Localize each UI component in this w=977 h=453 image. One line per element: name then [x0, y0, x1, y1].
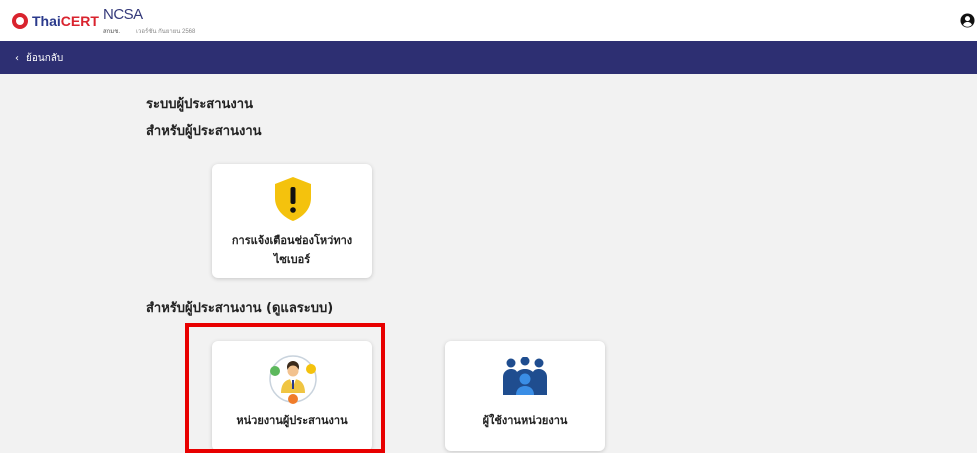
ncsa-logo-tagline: สกมช.: [103, 29, 120, 35]
ncsa-logo[interactable]: NCSA สกมช. เวอร์ชัน กันยายน 2568: [103, 6, 213, 36]
thaicert-logo-text: ThaiCERT: [32, 13, 99, 29]
user-circle-icon[interactable]: [960, 13, 975, 28]
card-label: ผู้ใช้งานหน่วยงาน: [482, 414, 568, 427]
chevron-left-icon: ‹: [15, 52, 19, 64]
page-title: ระบบผู้ประสานงาน: [146, 97, 253, 112]
users-group-icon: [503, 357, 547, 395]
card-label: การแจ้งเตือนช่องโหว่ทางไซเบอร์: [231, 234, 353, 266]
back-button-label: ย้อนกลับ: [26, 52, 64, 64]
thaicert-logo[interactable]: ThaiCERT: [12, 12, 99, 30]
section-heading-coordinator: สำหรับผู้ประสานงาน: [146, 124, 262, 139]
back-button[interactable]: ‹ ย้อนกลับ: [15, 51, 63, 65]
nav-bar: ‹ ย้อนกลับ: [0, 41, 977, 74]
section-heading-admin: สำหรับผู้ประสานงาน (ดูแลระบบ): [146, 301, 334, 316]
top-bar: ThaiCERT NCSA สกมช. เวอร์ชัน กันยายน 256…: [0, 0, 977, 42]
ncsa-logo-acronym: NCSA: [103, 6, 143, 23]
thaicert-logo-mark: [12, 13, 28, 29]
cyber-vulnerability-alert-card[interactable]: การแจ้งเตือนช่องโหว่ทางไซเบอร์: [212, 164, 372, 278]
version-label: เวอร์ชัน กันยายน 2568: [136, 29, 196, 35]
agency-users-card[interactable]: ผู้ใช้งานหน่วยงาน: [445, 341, 605, 451]
warning-shield-icon: [275, 177, 311, 221]
highlight-box: [185, 323, 385, 453]
